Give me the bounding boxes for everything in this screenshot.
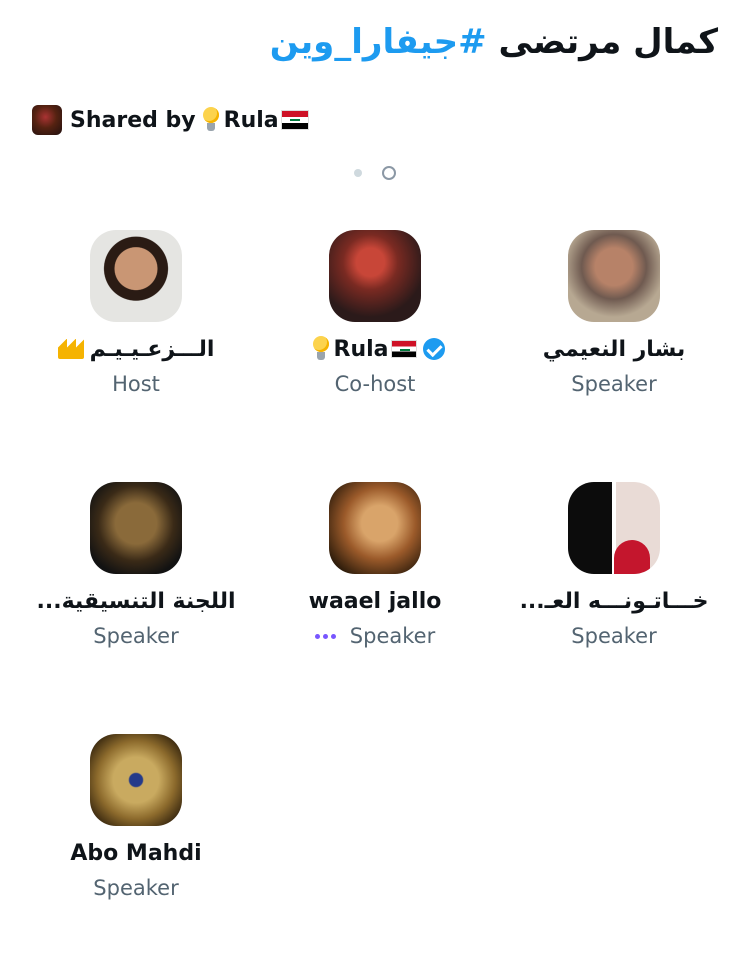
avatar[interactable]	[329, 230, 421, 322]
avatar[interactable]	[568, 482, 660, 574]
bulb-icon	[312, 336, 330, 362]
speaking-indicator-icon	[314, 633, 336, 639]
participant-role-row: Speaker	[255, 624, 495, 648]
avatar[interactable]	[90, 734, 182, 826]
participants-row: الـــزعـيـيـم Host Rula Co-host بشار الن…	[16, 230, 734, 482]
bulb-icon	[202, 107, 220, 133]
space-title: كمال مرتضى #جيفارا_وين	[270, 22, 718, 62]
participant-name-text: الـــزعـيـيـم	[89, 336, 215, 362]
iraq-flag-icon	[390, 340, 417, 358]
participant-name: بشار النعيمي	[542, 336, 686, 362]
participant-name: Rula	[255, 334, 495, 364]
participant-speaker[interactable]: Abo Mahdi Speaker	[16, 734, 256, 900]
avatar[interactable]	[90, 230, 182, 322]
sharer-avatar	[32, 105, 62, 135]
iraq-flag-icon	[280, 110, 309, 130]
participant-name-text: Rula	[333, 336, 389, 362]
participant-cohost[interactable]: Rula Co-host	[255, 230, 495, 396]
participant-name: waael jallo	[308, 588, 442, 614]
participant-role: Speaker	[349, 624, 436, 648]
verified-badge-icon	[422, 338, 445, 360]
avatar[interactable]	[329, 482, 421, 574]
avatar[interactable]	[90, 482, 182, 574]
participant-speaker[interactable]: waael jallo Speaker	[255, 482, 495, 648]
participant-speaker[interactable]: اللجنة التنسيقية... Speaker	[16, 482, 256, 648]
participant-role: Speaker	[93, 624, 179, 648]
participant-role: Host	[112, 372, 160, 396]
participant-role: Co-host	[334, 372, 416, 396]
avatar[interactable]	[568, 230, 660, 322]
participant-role: Speaker	[571, 372, 657, 396]
shared-by-row[interactable]: Shared by Rula	[32, 104, 309, 136]
participant-speaker[interactable]: خـــاتـونـــه العـ... Speaker	[494, 482, 734, 648]
participants-row: Abo Mahdi Speaker	[16, 734, 734, 973]
participant-role: Speaker	[571, 624, 657, 648]
shared-by-name: Rula	[223, 107, 279, 133]
participant-name: Abo Mahdi	[70, 840, 202, 866]
participants-row: اللجنة التنسيقية... Speaker waael jallo …	[16, 482, 734, 734]
crown-icon	[57, 339, 84, 359]
shared-by-label: Shared by	[70, 107, 196, 133]
participant-name: خـــاتـونـــه العـ...	[519, 588, 709, 614]
participant-speaker[interactable]: بشار النعيمي Speaker	[494, 230, 734, 396]
space-title-hashtag[interactable]: #جيفارا_وين	[270, 22, 487, 62]
page-indicator[interactable]	[354, 166, 396, 180]
participant-role: Speaker	[93, 876, 179, 900]
space-title-text: كمال مرتضى	[486, 22, 718, 62]
participant-name: الـــزعـيـيـم	[16, 334, 256, 364]
participants-grid: الـــزعـيـيـم Host Rula Co-host بشار الن…	[16, 230, 734, 973]
page-dot-2-active[interactable]	[382, 166, 396, 180]
participant-name: اللجنة التنسيقية...	[36, 588, 236, 614]
page-dot-1[interactable]	[354, 169, 362, 177]
participant-host[interactable]: الـــزعـيـيـم Host	[16, 230, 256, 396]
